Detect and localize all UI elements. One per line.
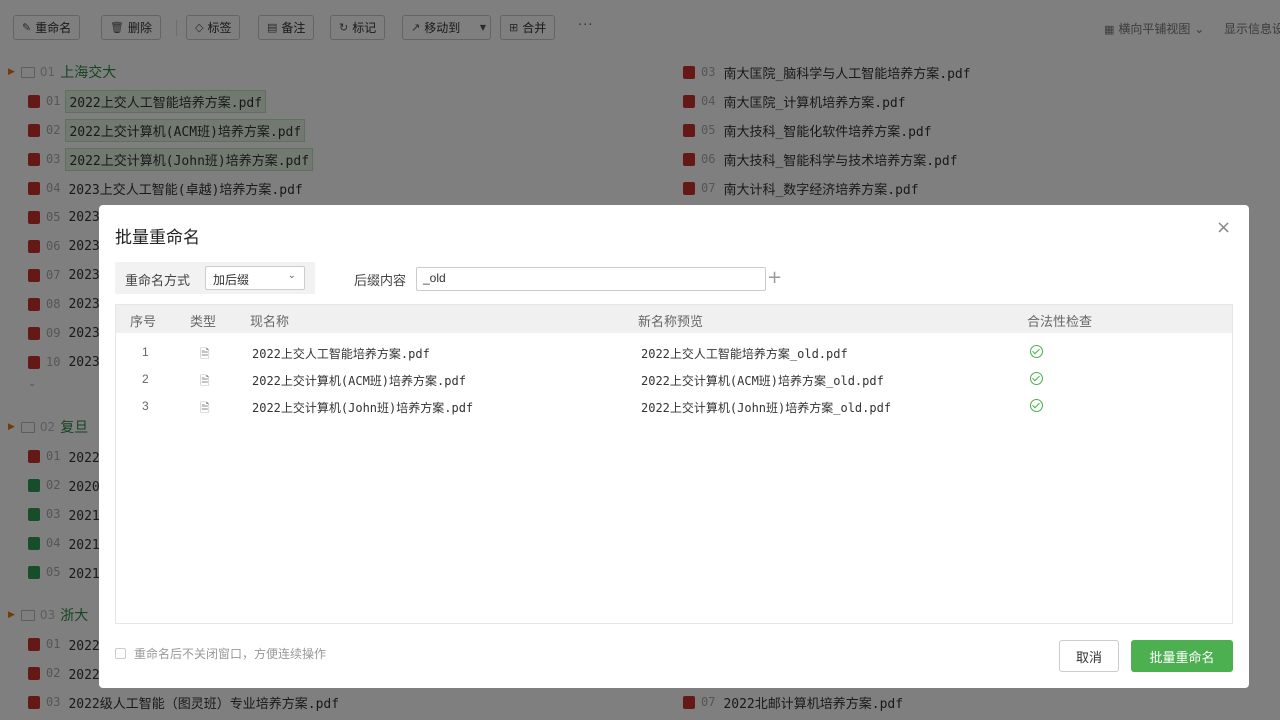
check-circle-icon (1030, 345, 1043, 358)
check-circle-icon (1030, 372, 1043, 385)
rename-mode-label: 重命名方式 (125, 274, 191, 289)
add-icon[interactable]: + (767, 267, 782, 288)
table-row: 1 🗎 2022上交人工智能培养方案.pdf 2022上交人工智能培养方案_ol… (116, 339, 1232, 366)
column-header-current-name: 现名称 (250, 315, 290, 330)
rename-mode-select[interactable]: 加后缀 ⌄ (205, 266, 305, 290)
column-header-index: 序号 (130, 315, 157, 330)
rename-mode-group: 重命名方式 加后缀 ⌄ (115, 262, 315, 294)
dialog-title: 批量重命名 (115, 228, 200, 248)
cancel-button[interactable]: 取消 (1059, 640, 1119, 672)
table-row: 3 🗎 2022上交计算机(John班)培养方案.pdf 2022上交计算机(J… (116, 393, 1232, 420)
keep-open-checkbox[interactable] (115, 648, 126, 659)
batch-rename-button[interactable]: 批量重命名 (1131, 640, 1233, 672)
file-icon: 🗎 (200, 347, 210, 361)
batch-rename-dialog: 批量重命名 × 重命名方式 加后缀 ⌄ 后缀内容 _old + 序号 类型 现名称… (99, 205, 1249, 688)
file-icon: 🗎 (200, 374, 210, 388)
table-row: 2 🗎 2022上交计算机(ACM班)培养方案.pdf 2022上交计算机(AC… (116, 366, 1232, 393)
suffix-label: 后缀内容 (354, 274, 407, 289)
file-icon: 🗎 (200, 401, 210, 415)
check-circle-icon (1030, 399, 1043, 412)
column-header-type: 类型 (190, 315, 217, 330)
column-header-new-name: 新名称预览 (638, 315, 704, 330)
column-header-validity: 合法性检查 (1027, 315, 1093, 330)
close-icon[interactable]: × (1216, 217, 1231, 238)
rename-preview-table: 序号 类型 现名称 新名称预览 合法性检查 1 🗎 2022上交人工智能培养方案… (115, 304, 1233, 624)
chevron-down-icon: ⌄ (287, 270, 296, 281)
table-header: 序号 类型 现名称 新名称预览 合法性检查 (116, 305, 1232, 333)
suffix-input[interactable]: _old (416, 267, 766, 291)
keep-open-option[interactable]: 重命名后不关闭窗口，方便连续操作 (115, 645, 326, 662)
